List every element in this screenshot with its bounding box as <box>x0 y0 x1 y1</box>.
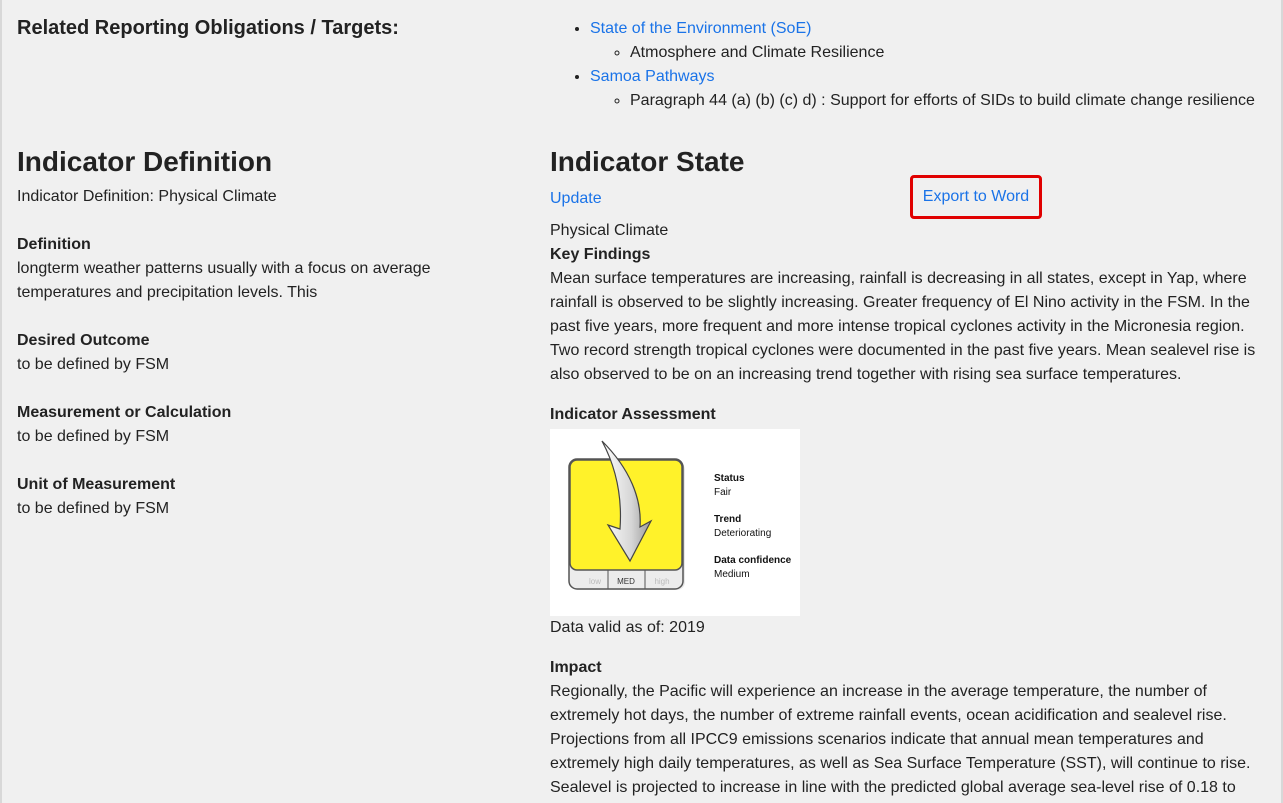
measurement-text: to be defined by FSM <box>17 428 170 445</box>
unit-text: to be defined by FSM <box>17 500 170 517</box>
state-heading: Indicator State <box>550 146 745 177</box>
measurement-label: Measurement or Calculation <box>17 404 232 421</box>
outcome-text: to be defined by FSM <box>17 356 170 373</box>
data-valid-text: Data valid as of: 2019 <box>550 619 705 636</box>
state-title: Physical Climate <box>550 222 669 239</box>
status-label: Status <box>714 473 745 484</box>
assessment-label: Indicator Assessment <box>550 406 716 423</box>
key-findings-text: Mean surface temperatures are increasing… <box>550 270 1256 383</box>
status-value: Fair <box>714 487 732 498</box>
obligation-subitem: Paragraph 44 (a) (b) (c) d) : Support fo… <box>630 89 1255 113</box>
obligations-heading: Related Reporting Obligations / Targets: <box>17 17 399 39</box>
confidence-label: Data confidence <box>714 555 792 566</box>
obligation-link-soe[interactable]: State of the Environment (SoE) <box>590 20 811 37</box>
impact-text: Regionally, the Pacific will experience … <box>550 683 1251 796</box>
definition-column: Indicator Definition Indicator Definitio… <box>17 145 497 521</box>
state-actions: Update Export to Word <box>550 175 1265 219</box>
export-to-word-button[interactable]: Export to Word <box>923 185 1029 209</box>
obligations-list: State of the Environment (SoE) Atmospher… <box>560 17 1255 113</box>
obligation-subitem: Atmosphere and Climate Resilience <box>630 41 1255 65</box>
outcome-label: Desired Outcome <box>17 332 150 349</box>
trend-label: Trend <box>714 514 741 525</box>
impact-label: Impact <box>550 659 602 676</box>
update-button[interactable]: Update <box>550 187 602 211</box>
definition-intro: Indicator Definition: Physical Climate <box>17 188 277 205</box>
left-edge <box>0 0 2 803</box>
obligation-item: State of the Environment (SoE) Atmospher… <box>590 17 1255 65</box>
definition-text: longterm weather patterns usually with a… <box>17 260 431 301</box>
scale-med: MED <box>617 577 635 586</box>
obligation-link-samoa[interactable]: Samoa Pathways <box>590 68 715 85</box>
assessment-graphic: low MED high Status Fair Trend Deteriora… <box>568 440 792 590</box>
assessment-image: low MED high Status Fair Trend Deteriora… <box>550 429 800 616</box>
scale-high: high <box>654 577 669 586</box>
confidence-value: Medium <box>714 569 750 580</box>
unit-label: Unit of Measurement <box>17 476 176 493</box>
obligation-item: Samoa Pathways Paragraph 44 (a) (b) (c) … <box>590 65 1255 113</box>
scale-low: low <box>589 577 601 586</box>
trend-value: Deteriorating <box>714 528 771 539</box>
export-highlight: Export to Word <box>910 175 1042 219</box>
key-findings-label: Key Findings <box>550 246 651 263</box>
definition-heading: Indicator Definition <box>17 146 273 177</box>
state-column: Indicator State Update Export to Word Ph… <box>550 145 1265 800</box>
definition-label: Definition <box>17 236 91 253</box>
